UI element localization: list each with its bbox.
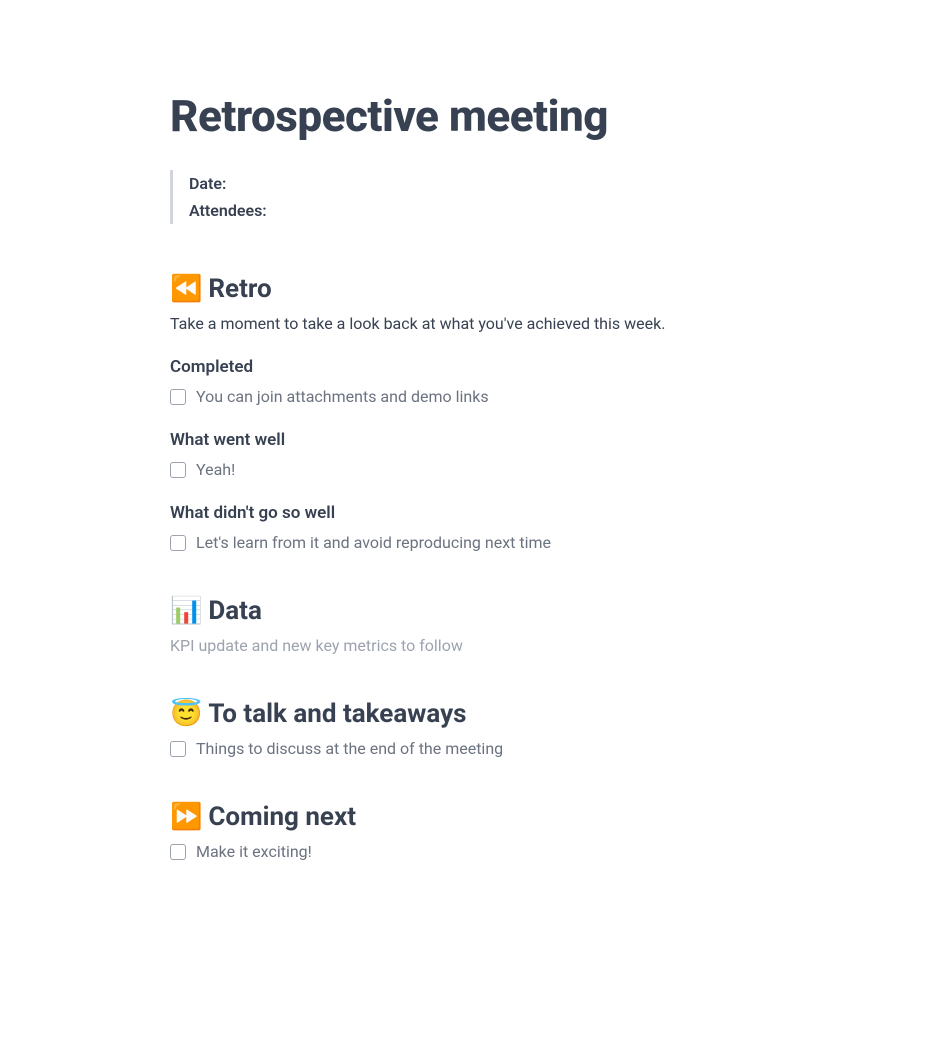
checklist-label: Make it exciting!	[196, 842, 312, 861]
checklist-item: Let's learn from it and avoid reproducin…	[170, 533, 769, 552]
checklist-item: Things to discuss at the end of the meet…	[170, 739, 769, 758]
bar-chart-icon: 📊	[170, 598, 202, 624]
section-talk: 😇 To talk and takeaways Things to discus…	[170, 699, 769, 758]
checkbox[interactable]	[170, 462, 186, 478]
section-retro-heading-text: Retro	[208, 274, 271, 304]
section-talk-heading-text: To talk and takeaways	[208, 699, 466, 729]
section-talk-heading: 😇 To talk and takeaways	[170, 699, 769, 729]
section-retro-description: Take a moment to take a look back at wha…	[170, 314, 769, 333]
section-data-description: KPI update and new key metrics to follow	[170, 636, 769, 655]
rewind-icon: ⏪	[170, 276, 202, 302]
section-data-heading: 📊 Data	[170, 596, 769, 626]
checklist-label: Things to discuss at the end of the meet…	[196, 739, 503, 758]
meta-date: Date:	[189, 170, 769, 197]
checkbox[interactable]	[170, 535, 186, 551]
subcategory-didnt-go-well: What didn't go so well Let's learn from …	[170, 503, 769, 552]
subcategory-completed-title: Completed	[170, 357, 769, 377]
subcategory-completed: Completed You can join attachments and d…	[170, 357, 769, 406]
checklist-item: You can join attachments and demo links	[170, 387, 769, 406]
checkbox[interactable]	[170, 844, 186, 860]
section-next-heading: ⏩ Coming next	[170, 802, 769, 832]
checklist-label: You can join attachments and demo links	[196, 387, 489, 406]
subcategory-went-well: What went well Yeah!	[170, 430, 769, 479]
section-retro-heading: ⏪ Retro	[170, 274, 769, 304]
fast-forward-icon: ⏩	[170, 804, 202, 830]
checklist-item: Make it exciting!	[170, 842, 769, 861]
checkbox[interactable]	[170, 389, 186, 405]
section-retro: ⏪ Retro Take a moment to take a look bac…	[170, 274, 769, 552]
checklist-label: Let's learn from it and avoid reproducin…	[196, 533, 551, 552]
checkbox[interactable]	[170, 741, 186, 757]
section-next: ⏩ Coming next Make it exciting!	[170, 802, 769, 861]
halo-face-icon: 😇	[170, 701, 202, 727]
section-data: 📊 Data KPI update and new key metrics to…	[170, 596, 769, 655]
checklist-label: Yeah!	[196, 460, 235, 479]
meta-attendees: Attendees:	[189, 197, 769, 224]
page-title: Retrospective meeting	[170, 90, 769, 142]
subcategory-didnt-go-well-title: What didn't go so well	[170, 503, 769, 523]
checklist-item: Yeah!	[170, 460, 769, 479]
section-data-heading-text: Data	[208, 596, 262, 626]
meta-block: Date: Attendees:	[170, 170, 769, 224]
subcategory-went-well-title: What went well	[170, 430, 769, 450]
section-next-heading-text: Coming next	[208, 802, 356, 832]
